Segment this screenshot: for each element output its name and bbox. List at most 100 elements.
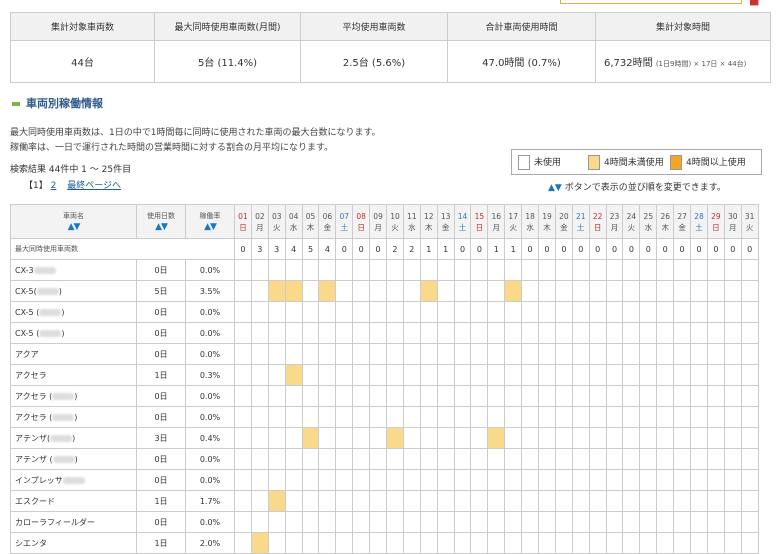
- day-weekday: 金: [323, 222, 332, 232]
- max-concurrent-cell: 1: [487, 238, 506, 260]
- day-weekday: 火: [391, 222, 399, 232]
- day-weekday: 木: [306, 222, 315, 232]
- sort-name-button[interactable]: ▲▼: [11, 222, 136, 233]
- day-usage-cell: [234, 259, 252, 281]
- day-header: 07 土: [335, 204, 354, 239]
- day-usage-cell: [538, 406, 556, 428]
- day-number: 14: [457, 211, 468, 221]
- day-usage-cell: [301, 259, 320, 281]
- day-usage-cell: [419, 427, 438, 449]
- table-row: アクセラ () 0日 0.0%: [10, 406, 759, 428]
- day-usage-cell: [656, 259, 675, 281]
- day-usage-cell: [622, 322, 641, 344]
- day-usage-cell: [369, 301, 388, 323]
- day-usage-cell: [419, 511, 438, 533]
- day-usage-cell: [622, 469, 641, 491]
- day-number: 31: [744, 211, 755, 221]
- day-usage-cell: [419, 322, 438, 344]
- day-usage-cell: [588, 322, 607, 344]
- vehicle-name: CX-5 (: [15, 328, 40, 338]
- day-header: 25 水: [639, 204, 658, 239]
- day-usage-cell: [504, 364, 523, 386]
- day-usage-cell: [386, 343, 404, 365]
- sort-days-button[interactable]: ▲▼: [137, 222, 185, 233]
- day-usage-cell: [622, 532, 641, 554]
- day-weekday: 土: [695, 222, 703, 232]
- day-header: 29 日: [706, 204, 725, 239]
- day-usage-cell: [318, 406, 337, 428]
- day-usage-cell: [706, 406, 725, 428]
- day-number: 21: [575, 211, 586, 221]
- day-usage-cell: [487, 322, 506, 344]
- day-usage-cell: [538, 448, 556, 470]
- max-concurrent-cell: 0: [571, 238, 590, 260]
- day-usage-cell: [487, 301, 506, 323]
- day-usage-cell: [656, 322, 675, 344]
- day-usage-cell: [470, 448, 489, 470]
- day-usage-cell: [487, 364, 506, 386]
- day-usage-cell: [250, 322, 269, 344]
- max-concurrent-cell: 0: [369, 238, 388, 260]
- vehicle-name-suffix: ): [72, 433, 76, 443]
- day-usage-cell: [673, 532, 692, 554]
- day-usage-cell: [436, 469, 455, 491]
- vehicle-name-suffix: ): [74, 391, 78, 401]
- day-usage-cell: [723, 511, 742, 533]
- day-usage-cell: [690, 385, 708, 407]
- day-usage-cell: [521, 490, 540, 512]
- day-header: 17 火: [504, 204, 523, 239]
- day-usage-cell: [605, 385, 624, 407]
- day-weekday: 水: [289, 222, 298, 232]
- usage-rate-cell: 0.0%: [185, 469, 235, 491]
- day-usage-cell: [723, 427, 742, 449]
- usage-rate-cell: 0.0%: [185, 343, 235, 365]
- day-usage-cell: [571, 322, 590, 344]
- vehicle-name-suffix: ): [74, 454, 78, 464]
- day-usage-cell: [335, 322, 354, 344]
- day-number: 30: [728, 211, 738, 221]
- day-usage-cell: [706, 385, 725, 407]
- vehicle-name: CX-5(: [15, 286, 37, 296]
- title-marker-icon: [12, 102, 20, 106]
- day-usage-cell: [521, 322, 540, 344]
- day-usage-cell: [250, 301, 269, 323]
- day-usage-cell: [723, 343, 742, 365]
- day-usage-cell: [419, 301, 438, 323]
- day-usage-cell: [267, 343, 286, 365]
- day-usage-cell: [318, 259, 337, 281]
- day-weekday: 金: [678, 222, 686, 232]
- page-link-2[interactable]: 2: [51, 181, 57, 191]
- max-concurrent-cell: 0: [588, 238, 607, 260]
- day-header: 22 日: [588, 204, 607, 239]
- sort-rate-button[interactable]: ▲▼: [186, 222, 234, 233]
- day-usage-cell: [622, 364, 641, 386]
- day-usage-cell: [571, 532, 590, 554]
- redacted-text: [62, 476, 85, 484]
- day-usage-cell: [386, 511, 404, 533]
- day-usage-cell: [301, 406, 320, 428]
- day-usage-cell: [250, 343, 269, 365]
- day-number: 27: [677, 211, 687, 221]
- day-usage-cell: [318, 280, 337, 302]
- day-usage-cell: [605, 532, 624, 554]
- day-weekday: 水: [408, 222, 416, 232]
- day-usage-cell: [487, 385, 506, 407]
- summary-note: (1日9時間) × 17日 × 44台): [655, 60, 747, 68]
- day-usage-cell: [690, 469, 708, 491]
- day-number: 11: [407, 211, 417, 221]
- usage-rate-cell: 0.0%: [185, 259, 235, 281]
- day-weekday: 木: [424, 222, 433, 232]
- day-number: 23: [609, 211, 620, 221]
- redacted-text: [36, 287, 59, 295]
- day-usage-cell: [538, 511, 556, 533]
- last-page-link[interactable]: 最終ページへ: [67, 181, 121, 191]
- usage-rate-cell: 0.0%: [185, 301, 235, 323]
- day-usage-cell: [740, 427, 759, 449]
- day-usage-cell: [453, 301, 472, 323]
- usage-rate-cell: 0.0%: [185, 406, 235, 428]
- day-usage-cell: [538, 280, 556, 302]
- day-usage-cell: [234, 280, 252, 302]
- day-usage-cell: [301, 511, 320, 533]
- max-concurrent-cell: 0: [690, 238, 708, 260]
- day-usage-cell: [301, 469, 320, 491]
